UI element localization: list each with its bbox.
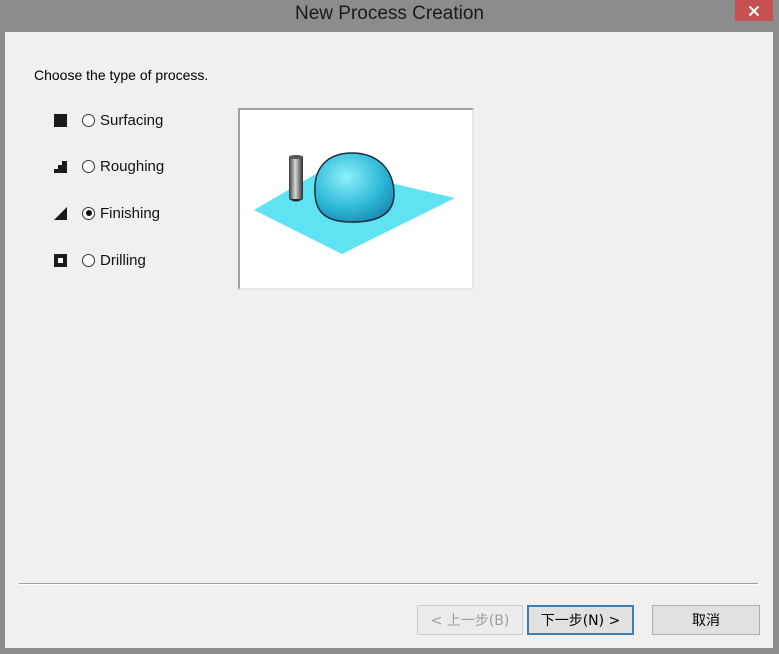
finishing-radio[interactable]	[82, 206, 95, 220]
next-button[interactable]: 下一步(N) >	[527, 605, 634, 635]
window-title: New Process Creation	[294, 3, 485, 24]
option-surfacing[interactable]: Surfacing	[53, 108, 163, 132]
dialog-body: Choose the type of process. Surfacing Ro…	[5, 32, 773, 648]
drilling-radio[interactable]	[82, 253, 95, 267]
filled-square-icon	[53, 112, 69, 128]
option-drilling[interactable]: Drilling	[53, 248, 146, 272]
close-button[interactable]	[735, 0, 773, 21]
finishing-preview-illustration	[254, 152, 455, 254]
surfacing-label[interactable]: Surfacing	[100, 112, 163, 129]
surfacing-radio[interactable]	[82, 113, 95, 127]
roughing-radio[interactable]	[82, 159, 95, 173]
button-separator	[19, 583, 758, 585]
finishing-label[interactable]: Finishing	[100, 205, 160, 222]
roughing-label[interactable]: Roughing	[100, 158, 164, 175]
cancel-button[interactable]: 取消	[652, 605, 760, 635]
option-roughing[interactable]: Roughing	[53, 154, 164, 178]
option-finishing[interactable]: Finishing	[53, 201, 160, 225]
process-preview	[238, 108, 474, 290]
hole-square-icon	[53, 252, 69, 268]
dialog-window: New Process Creation Choose the type of …	[0, 0, 779, 654]
stairs-icon	[53, 158, 69, 174]
triangle-slope-icon	[53, 205, 69, 221]
drilling-label[interactable]: Drilling	[100, 252, 146, 269]
prompt-label: Choose the type of process.	[34, 67, 209, 83]
back-button[interactable]: < 上一步(B)	[417, 605, 523, 635]
title-bar[interactable]: New Process Creation	[0, 0, 779, 32]
close-icon	[748, 5, 760, 16]
